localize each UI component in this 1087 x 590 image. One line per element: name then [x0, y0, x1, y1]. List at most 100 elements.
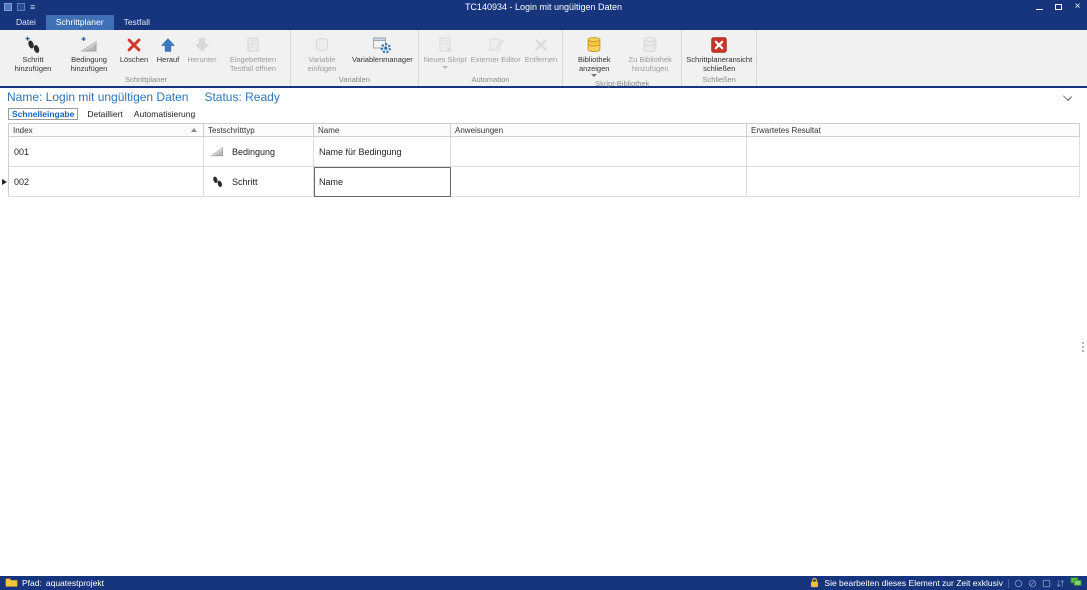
schrittplaneransicht-schliessen-button[interactable]: Schrittplaneransicht schließen — [685, 31, 753, 73]
lock-icon — [810, 577, 819, 590]
close-view-icon — [709, 33, 729, 56]
minimize-icon — [1036, 9, 1043, 10]
tab-detailliert[interactable]: Detailliert — [85, 109, 124, 119]
status-icon-2[interactable] — [1028, 579, 1037, 588]
button-label: Zu Bibliothek hinzufügen — [624, 56, 676, 73]
condition-add-icon — [79, 33, 99, 56]
loeschen-button[interactable]: Löschen — [117, 31, 151, 65]
erwartetes-resultat-cell[interactable] — [747, 167, 1080, 197]
ribbon-group-automation: Neues Skript Externer Editor — [419, 30, 564, 86]
group-label: Schließen — [685, 73, 753, 86]
entfernen-button: Entfernen — [523, 31, 560, 65]
button-label: Schrittplaneransicht schließen — [686, 56, 752, 73]
button-label: Löschen — [120, 56, 148, 65]
column-header-index[interactable]: Index — [9, 124, 204, 137]
close-button[interactable]: × — [1068, 0, 1087, 14]
eingebetteten-testfall-oeffnen-button: Eingebetteten Testfall öffnen — [219, 31, 287, 73]
externer-editor-button: Externer Editor — [469, 31, 523, 65]
tab-schrittplaner[interactable]: Schrittplaner — [46, 15, 114, 30]
ribbon: Schritt hinzufügen Bedingung hinzufügen — [0, 30, 1087, 88]
current-row-indicator — [2, 179, 7, 185]
group-label: Variablen — [294, 73, 415, 86]
restore-button[interactable] — [1049, 0, 1068, 14]
neues-skript-button: Neues Skript — [422, 31, 469, 69]
variablenmanager-button[interactable]: Variablenmanager — [350, 31, 415, 65]
window-title: TC140934 - Login mit ungültigen Daten — [0, 2, 1087, 12]
anweisungen-cell[interactable] — [451, 137, 747, 167]
path-label: Pfad: — [22, 578, 42, 588]
tab-testfall[interactable]: Testfall — [114, 15, 160, 30]
library-add-icon — [640, 33, 660, 56]
button-label: Neues Skript — [424, 56, 467, 65]
steps-table: Index Testschritttyp Name Anweisungen Er… — [8, 123, 1080, 197]
button-label: Variable einfügen — [296, 56, 348, 73]
testschritttyp-cell[interactable]: Schritt — [204, 167, 314, 197]
chevron-down-icon[interactable] — [1063, 92, 1072, 101]
column-header-label: Testschritttyp — [208, 126, 255, 135]
ribbon-group-skript-bibliothek: Bibliothek anzeigen Zu Bibliothek hinzuf… — [563, 30, 682, 86]
menu-icon[interactable]: ≡ — [30, 3, 35, 12]
dropdown-arrow-icon — [442, 66, 448, 69]
exclusive-edit-label: Sie bearbeiten dieses Element zur Zeit e… — [824, 578, 1003, 588]
column-header-name[interactable]: Name — [314, 124, 451, 137]
quick-save-icon[interactable] — [17, 3, 25, 11]
remove-x-icon — [532, 33, 550, 56]
column-header-anweisungen[interactable]: Anweisungen — [451, 124, 747, 137]
tab-schnelleingabe[interactable]: Schnelleingabe — [8, 108, 78, 120]
group-label: Schrittplaner — [5, 73, 287, 86]
sort-ascending-icon — [191, 128, 197, 132]
index-cell[interactable]: 001 — [9, 137, 204, 167]
footsteps-add-icon — [23, 33, 43, 56]
type-label: Schritt — [232, 177, 258, 187]
app-icon — [4, 3, 12, 11]
network-status-icon[interactable] — [1070, 577, 1082, 589]
button-label: Eingebetteten Testfall öffnen — [221, 56, 285, 73]
view-tab-strip: Schnelleingabe Detailliert Automatisieru… — [0, 106, 1087, 121]
statusbar-separator — [1008, 579, 1009, 588]
tab-datei[interactable]: Datei — [6, 15, 46, 30]
status-bar: Pfad: aquatestprojekt Sie bearbeiten die… — [0, 576, 1087, 590]
index-cell[interactable]: 002 — [9, 167, 204, 197]
ribbon-group-schrittplaner: Schritt hinzufügen Bedingung hinzufügen — [2, 30, 291, 86]
column-header-erwartetes-resultat[interactable]: Erwartetes Resultat — [747, 124, 1080, 137]
splitter-handle[interactable] — [1082, 342, 1084, 352]
arrow-down-icon — [193, 33, 211, 56]
variable-cylinder-icon — [312, 33, 332, 56]
group-label: Automation — [422, 73, 560, 86]
tab-automatisierung[interactable]: Automatisierung — [132, 109, 197, 119]
erwartetes-resultat-cell[interactable] — [747, 137, 1080, 167]
column-header-label: Erwartetes Resultat — [751, 126, 821, 135]
column-header-label: Name — [318, 126, 339, 135]
button-label: Herauf — [157, 56, 180, 65]
status-icon-1[interactable] — [1014, 579, 1023, 588]
bibliothek-anzeigen-button[interactable]: Bibliothek anzeigen — [566, 31, 622, 77]
minimize-button[interactable] — [1030, 0, 1049, 14]
button-label: Bibliothek anzeigen — [568, 56, 620, 73]
column-header-label: Anweisungen — [455, 126, 503, 135]
button-label: Entfernen — [525, 56, 558, 65]
anweisungen-cell[interactable] — [451, 167, 747, 197]
testcase-name-label: Name: Login mit ungültigen Daten — [7, 90, 188, 104]
close-icon: × — [1075, 2, 1081, 12]
variable-einfuegen-button: Variable einfügen — [294, 31, 350, 73]
button-label: Schritt hinzufügen — [7, 56, 59, 73]
herauf-button[interactable]: Herauf — [151, 31, 185, 65]
path-value[interactable]: aquatestprojekt — [46, 578, 104, 588]
restore-icon — [1055, 4, 1062, 10]
name-cell[interactable]: Name für Bedingung — [314, 137, 451, 167]
column-header-testschritttyp[interactable]: Testschritttyp — [204, 124, 314, 137]
status-icon-4[interactable] — [1056, 579, 1065, 588]
ribbon-group-variablen: Variable einfügen Variablenmanager Varia… — [291, 30, 419, 86]
button-label: Variablenmanager — [352, 56, 413, 65]
bedingung-icon — [209, 143, 225, 161]
column-header-label: Index — [13, 126, 33, 135]
ribbon-tab-strip: Datei Schrittplaner Testfall — [0, 14, 1087, 30]
status-icon-3[interactable] — [1042, 579, 1051, 588]
arrow-up-icon — [159, 33, 177, 56]
title-bar: ≡ TC140934 - Login mit ungültigen Daten … — [0, 0, 1087, 14]
schritt-icon — [209, 173, 225, 191]
testschritttyp-cell[interactable]: Bedingung — [204, 137, 314, 167]
bedingung-hinzufuegen-button[interactable]: Bedingung hinzufügen — [61, 31, 117, 73]
schritt-hinzufuegen-button[interactable]: Schritt hinzufügen — [5, 31, 61, 73]
name-cell-focused[interactable]: Name — [314, 167, 451, 197]
